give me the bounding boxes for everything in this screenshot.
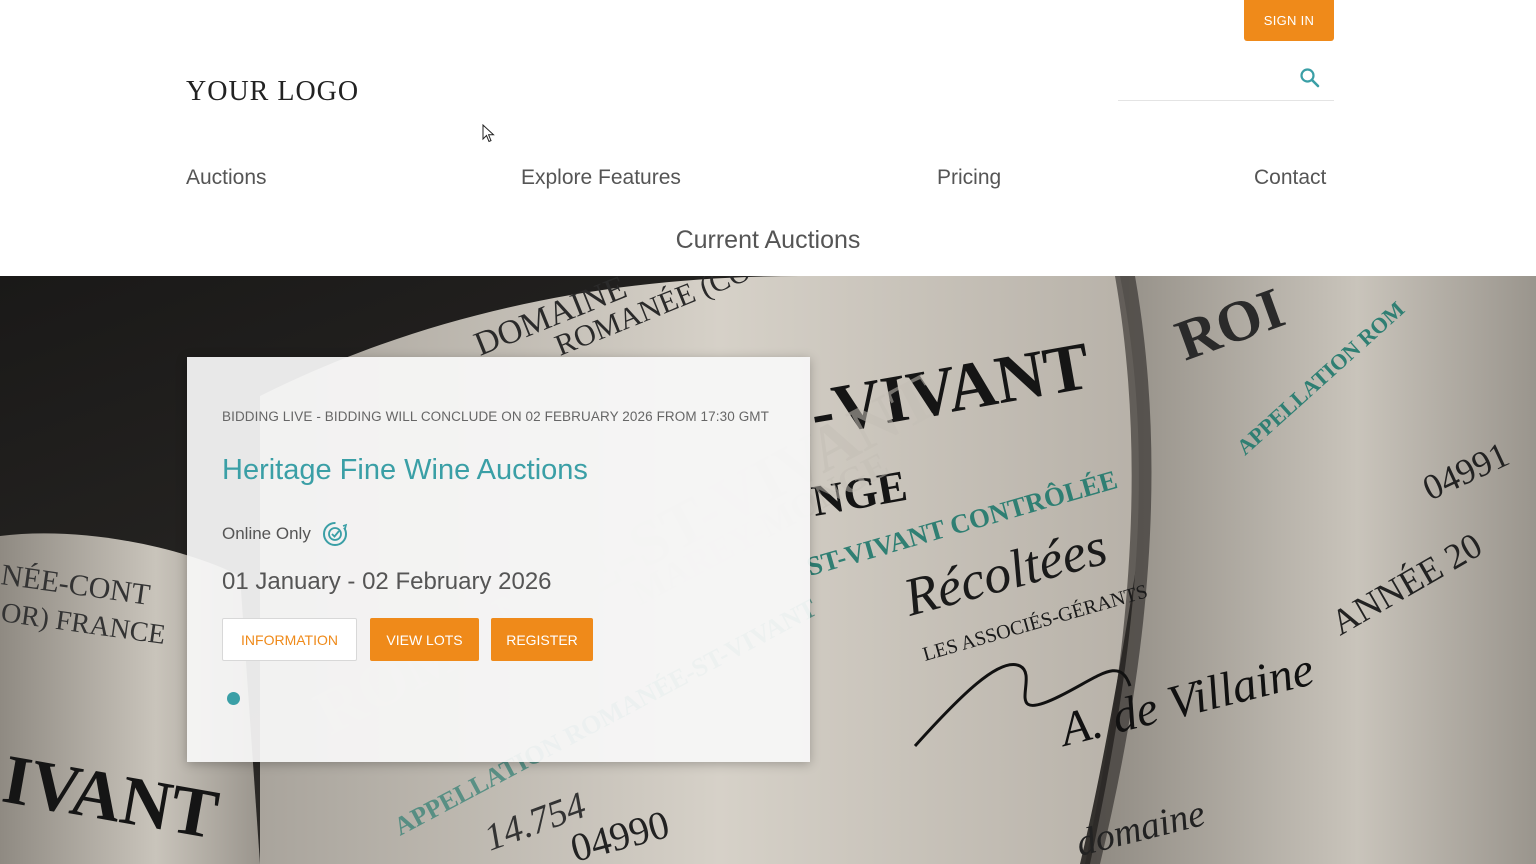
auction-card: BIDDING LIVE - BIDDING WILL CONCLUDE ON …	[187, 357, 810, 762]
nav-contact[interactable]: Contact	[1254, 166, 1326, 190]
auction-dates: 01 January - 02 February 2026	[222, 568, 552, 595]
register-button[interactable]: REGISTER	[491, 618, 593, 661]
carousel-dot-active[interactable]	[227, 692, 240, 705]
search-input[interactable]	[1118, 60, 1288, 100]
sign-in-button[interactable]: SIGN IN	[1244, 0, 1334, 41]
information-button[interactable]: INFORMATION	[222, 618, 357, 661]
search-bar	[1118, 60, 1334, 101]
auction-location-label: Online Only	[222, 524, 311, 543]
section-title: Current Auctions	[675, 226, 861, 254]
auction-status: BIDDING LIVE - BIDDING WILL CONCLUDE ON …	[222, 409, 769, 424]
auction-title[interactable]: Heritage Fine Wine Auctions	[222, 454, 588, 487]
search-icon[interactable]	[1298, 66, 1322, 90]
site-logo[interactable]: YOUR LOGO	[186, 76, 359, 108]
online-bidding-icon	[322, 522, 347, 546]
auction-location: Online Only	[222, 520, 349, 548]
nav-auctions[interactable]: Auctions	[186, 166, 267, 190]
site-header: SIGN IN YOUR LOGO Auctions Explore Featu…	[0, 0, 1536, 276]
view-lots-button[interactable]: VIEW LOTS	[370, 618, 479, 661]
mouse-cursor-icon	[482, 124, 495, 143]
nav-pricing[interactable]: Pricing	[937, 166, 1001, 190]
nav-explore-features[interactable]: Explore Features	[521, 166, 681, 190]
